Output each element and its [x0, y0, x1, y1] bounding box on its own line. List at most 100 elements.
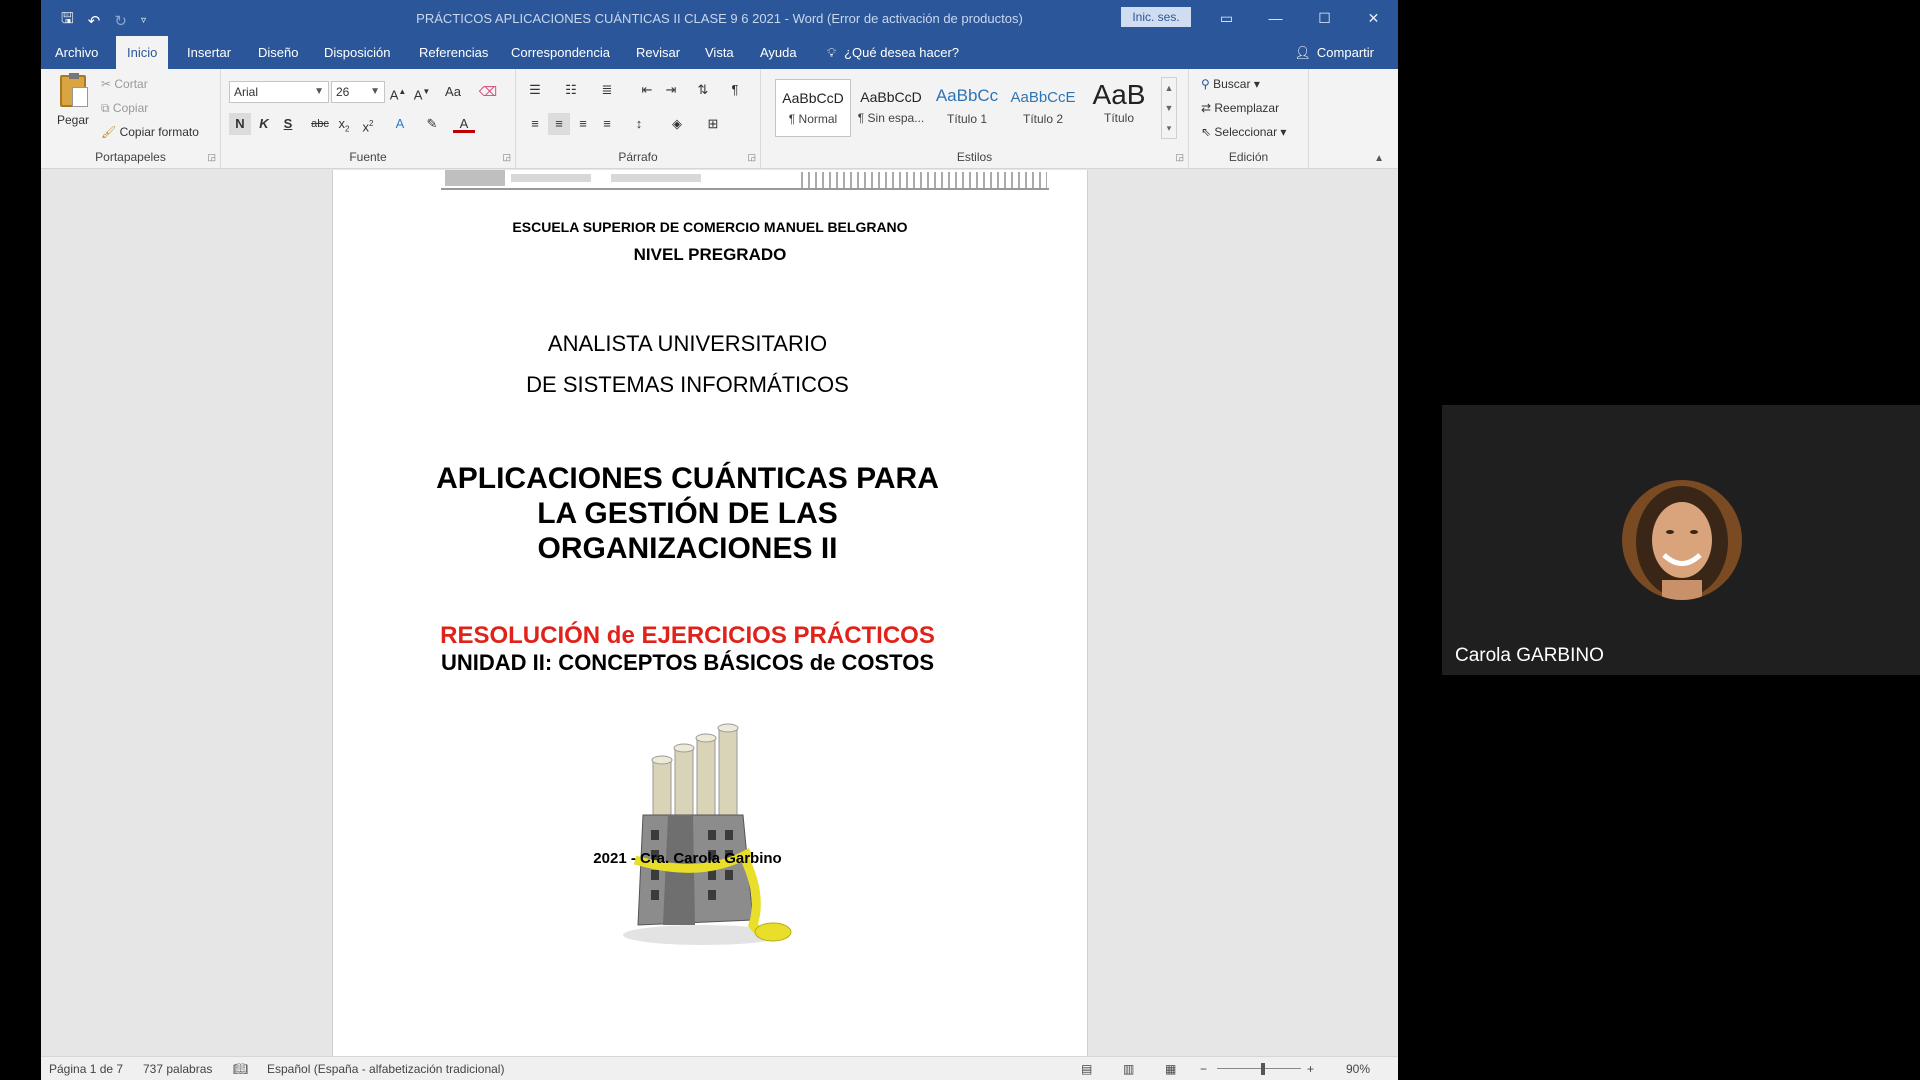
maximize-icon[interactable]: ☐: [1300, 0, 1349, 36]
document-area[interactable]: ESCUELA SUPERIOR DE COMERCIO MANUEL BELG…: [41, 170, 1398, 1056]
styles-launcher-icon[interactable]: ◲: [1175, 152, 1184, 163]
chevron-up-icon[interactable]: ▲: [1162, 78, 1176, 98]
more-styles-icon[interactable]: ▾: [1162, 118, 1176, 138]
ribbon-display-icon[interactable]: ▭: [1202, 0, 1251, 36]
participant-photo: [1622, 480, 1742, 600]
focus-mode-icon[interactable]: ▤: [1081, 1062, 1092, 1076]
font-group-label: Fuente: [349, 150, 387, 164]
replace-button[interactable]: ⇄ Reemplazar: [1201, 101, 1279, 115]
document-page[interactable]: ESCUELA SUPERIOR DE COMERCIO MANUEL BELG…: [332, 170, 1088, 1056]
style-heading-1[interactable]: AaBbCc Título 1: [929, 79, 1005, 137]
format-painter-button[interactable]: 🖌︎ Copiar formato: [101, 125, 199, 139]
font-name-value: Arial: [234, 85, 259, 99]
styles-scroll[interactable]: ▲ ▼ ▾: [1161, 77, 1177, 139]
tab-diseno[interactable]: Diseño: [258, 36, 298, 69]
share-button[interactable]: 👤︎ Compartir: [1294, 36, 1374, 69]
clipboard-launcher-icon[interactable]: ◲: [207, 152, 216, 163]
text-effects-icon[interactable]: A: [389, 113, 411, 135]
chevron-down-icon: ▼: [314, 86, 324, 97]
select-button[interactable]: ⇖ Seleccionar ▾: [1201, 125, 1286, 139]
tell-me-label: ¿Qué desea hacer?: [844, 45, 960, 60]
language-indicator[interactable]: Español (España - alfabetización tradici…: [267, 1062, 504, 1076]
align-center-icon[interactable]: ≡: [548, 113, 570, 135]
style-title[interactable]: AaB Título: [1081, 79, 1157, 137]
zoom-slider[interactable]: [1217, 1068, 1301, 1069]
building-sketch-icon: [801, 172, 1047, 188]
style-preview: AaB: [1092, 79, 1146, 110]
logo-icon: [511, 174, 591, 182]
change-case-button[interactable]: Aa: [437, 81, 469, 103]
shrink-font-icon[interactable]: A▼: [411, 81, 433, 103]
align-right-icon[interactable]: ≡: [572, 113, 594, 135]
window-title: PRÁCTICOS APLICACIONES CUÁNTICAS II CLAS…: [416, 11, 1023, 26]
page-count[interactable]: Página 1 de 7: [49, 1062, 123, 1076]
multilevel-list-icon[interactable]: ≣: [596, 79, 618, 101]
group-styles: AaBbCcD ¶ Normal AaBbCcD ¶ Sin espa... AaB…: [761, 69, 1189, 169]
author-line: 2021 - Cra. Carola Garbino: [593, 850, 782, 867]
word-count[interactable]: 737 palabras: [143, 1062, 212, 1076]
shading-icon[interactable]: ◈: [666, 113, 688, 135]
bullets-icon[interactable]: ☰: [524, 79, 546, 101]
tab-referencias[interactable]: Referencias: [419, 36, 488, 69]
superscript-icon[interactable]: x2: [357, 113, 379, 135]
font-launcher-icon[interactable]: ◲: [502, 152, 511, 163]
find-button[interactable]: ⚲ Buscar ▾: [1201, 77, 1260, 91]
tab-insertar[interactable]: Insertar: [187, 36, 231, 69]
style-normal[interactable]: AaBbCcD ¶ Normal: [775, 79, 851, 137]
chevron-down-icon[interactable]: ▼: [1162, 98, 1176, 118]
tab-inicio[interactable]: Inicio: [116, 36, 169, 69]
style-heading-2[interactable]: AaBbCcE Título 2: [1005, 79, 1081, 137]
underline-button[interactable]: S: [277, 113, 299, 135]
decrease-indent-icon[interactable]: ⇤: [636, 79, 658, 101]
copy-button[interactable]: ⧉ Copiar: [101, 101, 148, 116]
print-layout-icon[interactable]: ▥: [1123, 1062, 1134, 1076]
font-color-icon[interactable]: A: [453, 113, 475, 133]
tab-correspondencia[interactable]: Correspondencia: [511, 36, 610, 69]
style-no-spacing[interactable]: AaBbCcD ¶ Sin espa...: [853, 79, 929, 137]
borders-icon[interactable]: ⊞: [702, 113, 724, 135]
bold-button[interactable]: N: [229, 113, 251, 135]
tab-archivo[interactable]: Archivo: [55, 36, 98, 69]
collapse-ribbon-icon[interactable]: ▲: [1374, 153, 1384, 164]
minimize-icon[interactable]: —: [1251, 0, 1300, 36]
paragraph-launcher-icon[interactable]: ◲: [747, 152, 756, 163]
proofing-icon[interactable]: 📖︎: [233, 1062, 248, 1076]
search-icon: ⚲: [1201, 77, 1214, 91]
clear-format-icon[interactable]: ⌫: [477, 81, 499, 103]
italic-button[interactable]: K: [253, 113, 275, 135]
brush-icon: 🖌︎: [101, 125, 120, 139]
tab-ayuda[interactable]: Ayuda: [760, 36, 797, 69]
subject-line-1: APLICACIONES CUÁNTICAS PARA: [436, 462, 939, 495]
replace-label: Reemplazar: [1214, 101, 1280, 115]
web-layout-icon[interactable]: ▦: [1165, 1062, 1176, 1076]
strikethrough-button[interactable]: abc: [307, 113, 333, 135]
tab-revisar[interactable]: Revisar: [636, 36, 680, 69]
tab-vista[interactable]: Vista: [705, 36, 734, 69]
group-clipboard: Pegar ✂ Cortar ⧉ Copiar 🖌︎ Copiar format…: [41, 69, 221, 169]
numbering-icon[interactable]: ☷: [560, 79, 582, 101]
cut-button[interactable]: ✂ Cortar: [101, 77, 148, 91]
grow-font-icon[interactable]: A▲: [387, 81, 409, 103]
pilcrow-icon[interactable]: ¶: [724, 79, 746, 101]
align-left-icon[interactable]: ≡: [524, 113, 546, 135]
font-name-combo[interactable]: Arial ▼: [229, 81, 329, 103]
subscript-icon[interactable]: x2: [333, 113, 355, 135]
justify-icon[interactable]: ≡: [596, 113, 618, 135]
header-logos: [441, 170, 1049, 190]
zoom-in-icon[interactable]: +: [1307, 1062, 1314, 1076]
zoom-level[interactable]: 90%: [1346, 1062, 1370, 1076]
font-size-combo[interactable]: 26 ▼: [331, 81, 385, 103]
sort-icon[interactable]: ⇅: [692, 79, 714, 101]
participant-video-tile[interactable]: Carola GARBINO: [1442, 405, 1920, 675]
tell-me-box[interactable]: 💡︎ ¿Qué desea hacer?: [827, 36, 959, 69]
close-icon[interactable]: ✕: [1349, 0, 1398, 36]
zoom-slider-thumb[interactable]: [1261, 1063, 1265, 1075]
zoom-out-icon[interactable]: −: [1200, 1062, 1207, 1076]
increase-indent-icon[interactable]: ⇥: [660, 79, 682, 101]
tab-disposicion[interactable]: Disposición: [324, 36, 390, 69]
sign-in-button[interactable]: Inic. ses.: [1121, 7, 1191, 27]
line-spacing-icon[interactable]: ↕: [628, 113, 650, 135]
paste-button[interactable]: Pegar: [53, 73, 93, 137]
paste-label: Pegar: [56, 113, 90, 127]
highlight-icon[interactable]: ✎: [421, 113, 443, 135]
